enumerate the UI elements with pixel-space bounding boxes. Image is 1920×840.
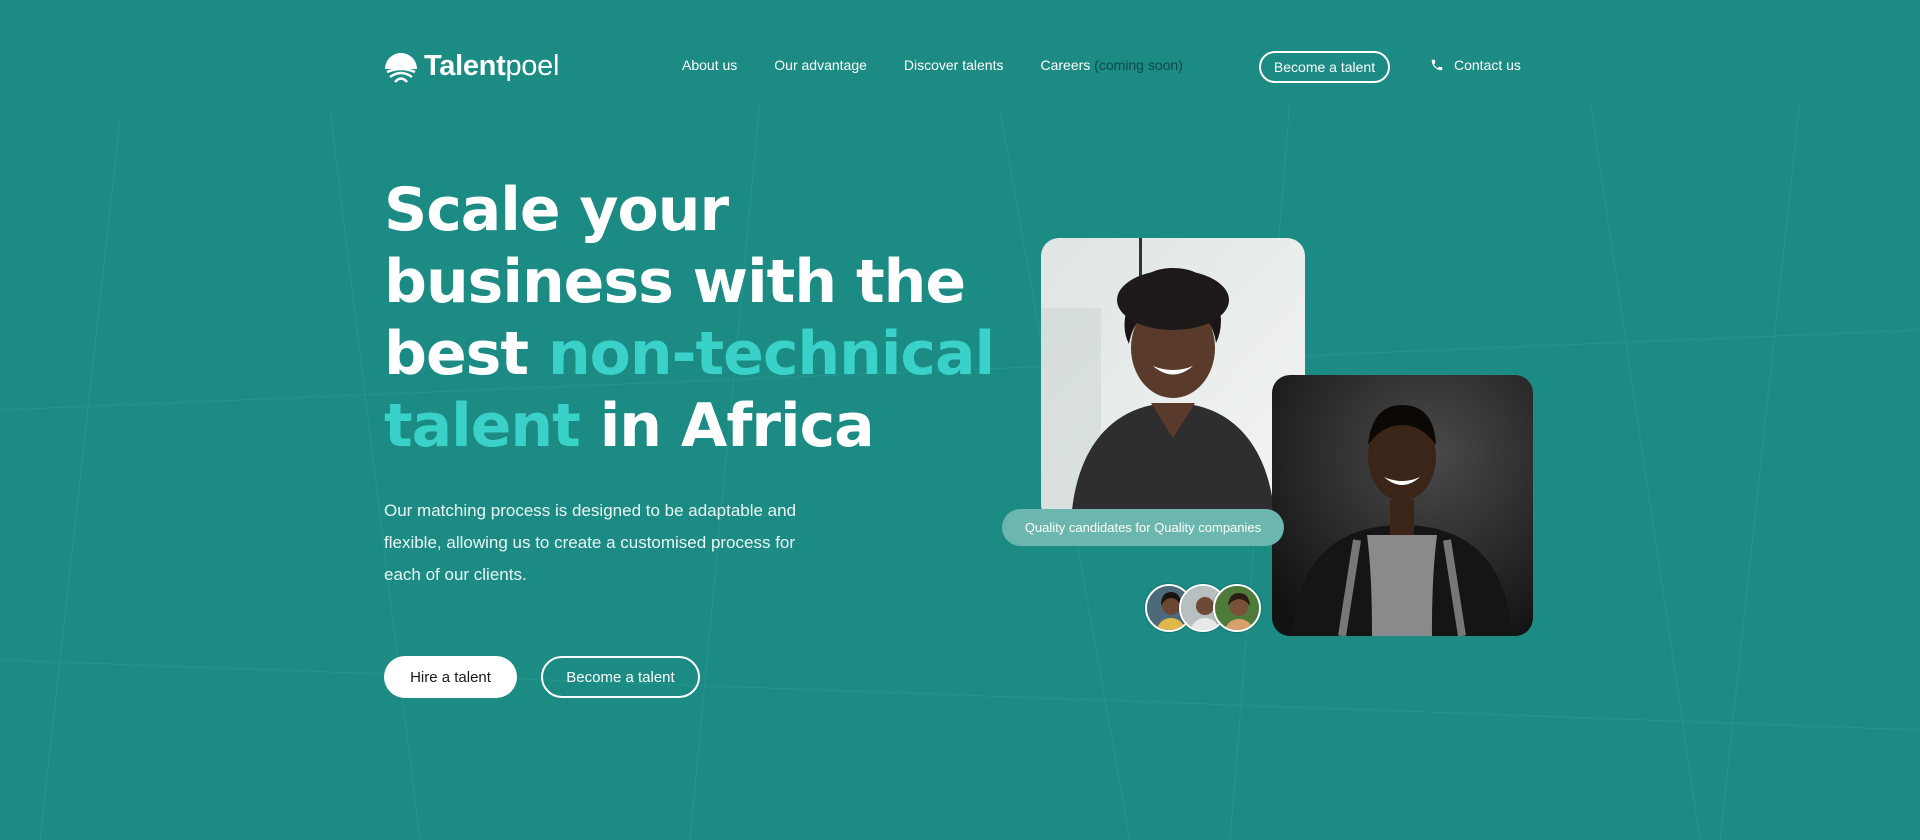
talent-photo-man <box>1272 375 1533 636</box>
careers-label: Careers <box>1040 57 1091 73</box>
phone-icon <box>1431 59 1443 71</box>
nav-about-us[interactable]: About us <box>682 57 737 73</box>
contact-us-label: Contact us <box>1454 57 1521 73</box>
nav-discover-talents[interactable]: Discover talents <box>904 57 1004 73</box>
avatar <box>1213 584 1261 632</box>
hero-cta-group: Hire a talent Become a talent <box>384 656 700 698</box>
careers-coming-soon: (coming soon) <box>1094 57 1183 73</box>
brand-logo[interactable]: Talentpoel <box>384 49 559 83</box>
main-nav: About us Our advantage Discover talents … <box>682 57 1183 73</box>
logo-icon <box>385 53 417 83</box>
avatar-stack <box>1145 584 1261 632</box>
hero-description: Our matching process is designed to be a… <box>384 501 797 584</box>
tagline-badge: Quality candidates for Quality companies <box>1002 509 1284 546</box>
hire-talent-button[interactable]: Hire a talent <box>384 656 517 698</box>
nav-our-advantage[interactable]: Our advantage <box>774 57 867 73</box>
header-become-talent-button[interactable]: Become a talent <box>1259 51 1390 83</box>
hero-title: Scale your business with the best non-te… <box>384 175 995 461</box>
become-talent-button[interactable]: Become a talent <box>541 656 700 698</box>
nav-careers[interactable]: Careers (coming soon) <box>1040 57 1182 73</box>
brand-name: Talentpoel <box>424 49 560 82</box>
talent-photo-woman <box>1041 238 1305 522</box>
site-header: Talentpoel About us Our advantage Discov… <box>0 0 1920 132</box>
contact-us-link[interactable]: Contact us <box>1430 57 1521 73</box>
